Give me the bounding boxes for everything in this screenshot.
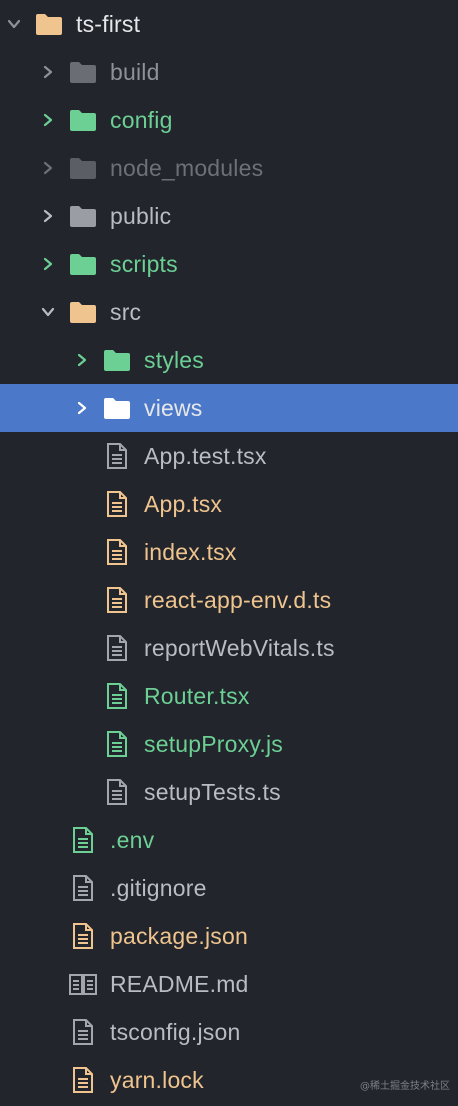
tree-folder-row[interactable]: ts-first [0,0,458,48]
file-icon [68,1067,98,1093]
tree-item-label: .gitignore [110,874,207,901]
folder-icon [102,395,132,421]
folder-icon [34,11,64,37]
tree-file-row[interactable]: index.tsx [0,528,458,576]
chevron-right-icon[interactable] [74,352,90,368]
tree-item-label: yarn.lock [110,1066,204,1093]
tree-file-row[interactable]: tsconfig.json [0,1008,458,1056]
file-icon [68,923,98,949]
file-icon [102,539,132,565]
tree-folder-row[interactable]: node_modules [0,144,458,192]
file-icon [68,1019,98,1045]
tree-file-row[interactable]: reportWebVitals.ts [0,624,458,672]
tree-item-label: config [110,106,173,133]
tree-item-label: ts-first [76,10,141,37]
folder-icon [68,251,98,277]
tree-item-label: .env [110,826,155,853]
chevron-right-icon[interactable] [40,256,56,272]
tree-folder-row[interactable]: scripts [0,240,458,288]
tree-file-row[interactable]: App.tsx [0,480,458,528]
tree-file-row[interactable]: package.json [0,912,458,960]
tree-item-label: setupTests.ts [144,778,281,805]
folder-icon [68,299,98,325]
file-icon [102,491,132,517]
chevron-right-icon[interactable] [74,400,90,416]
tree-file-row[interactable]: .gitignore [0,864,458,912]
chevron-right-icon[interactable] [40,64,56,80]
file-icon [102,635,132,661]
folder-icon [68,203,98,229]
tree-folder-row[interactable]: views [0,384,458,432]
tree-file-row[interactable]: .env [0,816,458,864]
chevron-right-icon[interactable] [40,160,56,176]
tree-file-row[interactable]: setupTests.ts [0,768,458,816]
tree-folder-row[interactable]: build [0,48,458,96]
folder-icon [68,155,98,181]
chevron-right-icon[interactable] [40,208,56,224]
watermark: @稀土掘金技术社区 [360,1081,450,1092]
file-icon [102,587,132,613]
file-icon [68,827,98,853]
file-icon [102,779,132,805]
tree-folder-row[interactable]: public [0,192,458,240]
tree-item-label: Router.tsx [144,682,250,709]
tree-item-label: index.tsx [144,538,237,565]
file-icon [102,683,132,709]
file-icon [102,731,132,757]
tree-item-label: reportWebVitals.ts [144,634,335,661]
tree-item-label: views [144,394,203,421]
tree-item-label: build [110,58,160,85]
tree-file-row[interactable]: react-app-env.d.ts [0,576,458,624]
tree-item-label: src [110,298,142,325]
tree-file-row[interactable]: README.md [0,960,458,1008]
folder-icon [68,107,98,133]
chevron-down-icon[interactable] [6,16,22,32]
chevron-down-icon[interactable] [40,304,56,320]
tree-item-label: react-app-env.d.ts [144,586,332,613]
folder-icon [68,59,98,85]
tree-item-label: App.test.tsx [144,442,267,469]
tree-item-label: App.tsx [144,490,223,517]
tree-item-label: node_modules [110,154,264,181]
book-icon [68,971,98,997]
file-icon [68,875,98,901]
tree-file-row[interactable]: setupProxy.js [0,720,458,768]
tree-item-label: styles [144,346,204,373]
file-icon [102,443,132,469]
tree-item-label: setupProxy.js [144,730,283,757]
chevron-right-icon[interactable] [40,112,56,128]
tree-file-row[interactable]: App.test.tsx [0,432,458,480]
tree-item-label: README.md [110,970,249,997]
tree-item-label: scripts [110,250,178,277]
folder-icon [102,347,132,373]
tree-file-row[interactable]: Router.tsx [0,672,458,720]
tree-item-label: public [110,202,172,229]
tree-item-label: package.json [110,922,248,949]
tree-folder-row[interactable]: styles [0,336,458,384]
file-tree: ts-first build config node_modules publi… [0,0,458,1104]
tree-folder-row[interactable]: config [0,96,458,144]
tree-folder-row[interactable]: src [0,288,458,336]
tree-item-label: tsconfig.json [110,1018,241,1045]
